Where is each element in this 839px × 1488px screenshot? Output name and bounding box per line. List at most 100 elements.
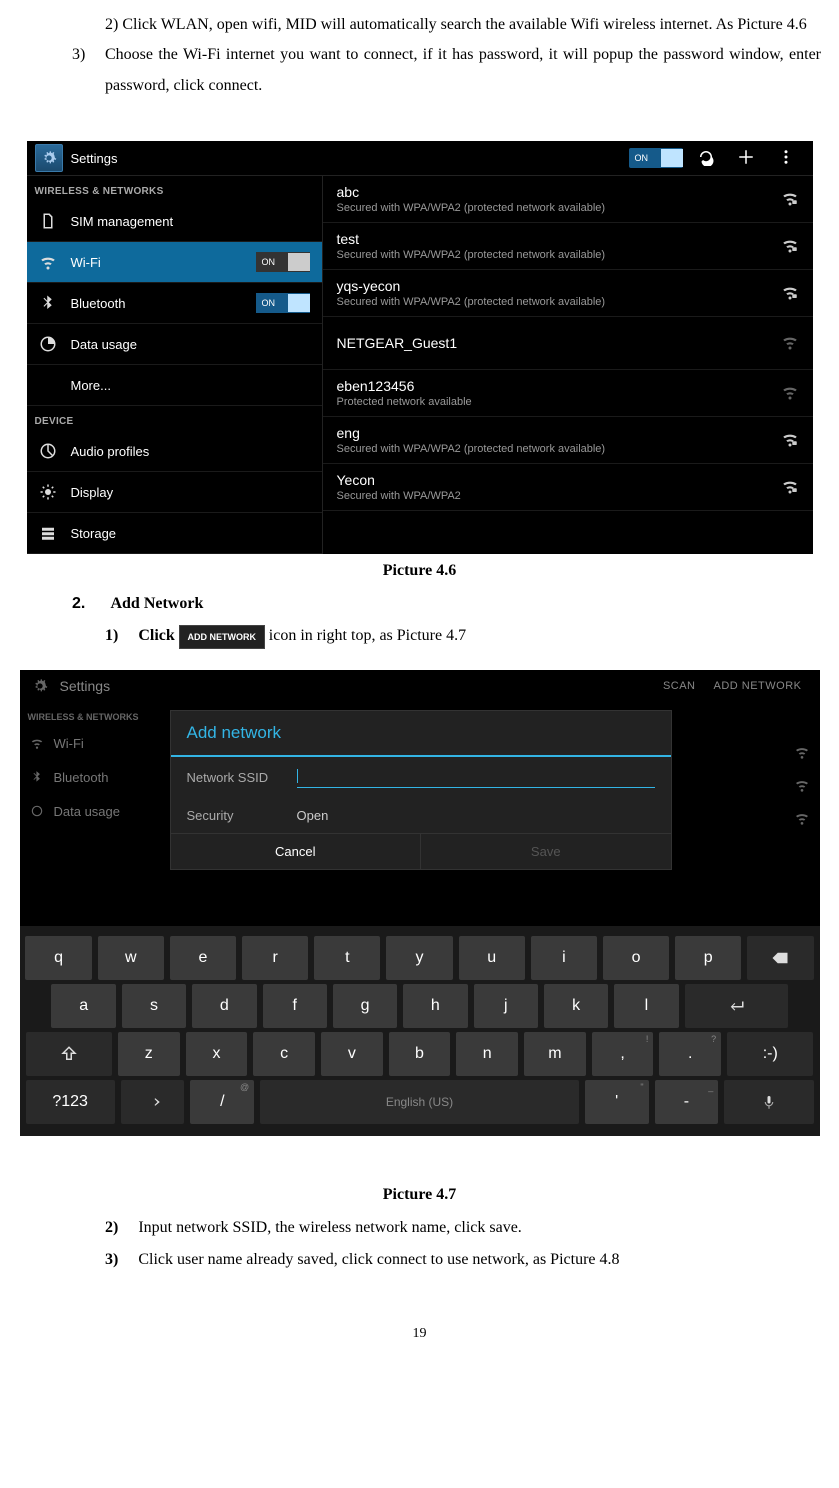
key-n[interactable]: n (456, 1032, 518, 1076)
caption-1: Picture 4.6 (10, 562, 829, 580)
network-item[interactable]: engSecured with WPA/WPA2 (protected netw… (323, 417, 813, 464)
sidebar-item-storage[interactable]: Storage (27, 513, 322, 554)
wifi-toggle[interactable]: ON (256, 252, 310, 272)
refresh-icon[interactable] (697, 148, 715, 169)
key-c[interactable]: c (253, 1032, 315, 1076)
key-o[interactable]: o (603, 936, 669, 980)
network-item[interactable]: YeconSecured with WPA/WPA2 (323, 464, 813, 511)
sidebar-item-wifi[interactable]: Wi-Fi ON (27, 242, 322, 283)
bt-toggle[interactable]: ON (256, 293, 310, 313)
add-network-icon: ADD NETWORK (179, 625, 265, 649)
key-k[interactable]: k (544, 984, 608, 1028)
sidebar-item-display[interactable]: Display (27, 472, 322, 513)
key-y[interactable]: y (386, 936, 452, 980)
dialog-title: Add network (171, 711, 671, 757)
key-j[interactable]: j (474, 984, 538, 1028)
sidebar-item-sim[interactable]: SIM management (27, 201, 322, 242)
network-item[interactable]: NETGEAR_Guest1 (323, 317, 813, 370)
key-symbols[interactable]: ?123 (26, 1080, 115, 1124)
sidebar-item-bluetooth[interactable]: Bluetooth ON (27, 283, 322, 324)
substep-1-num: 1) (105, 627, 118, 644)
key-v[interactable]: v (321, 1032, 383, 1076)
key-a[interactable]: a (51, 984, 115, 1028)
key-r[interactable]: r (242, 936, 308, 980)
scan-button[interactable]: SCAN (663, 680, 696, 692)
key-t[interactable]: t (314, 936, 380, 980)
key-g[interactable]: g (333, 984, 397, 1028)
key-b[interactable]: b (389, 1032, 451, 1076)
key-period[interactable]: ?. (659, 1032, 721, 1076)
key-space[interactable]: English (US) (260, 1080, 579, 1124)
key-slash[interactable]: @/ (190, 1080, 254, 1124)
sidebar-item-data[interactable]: Data usage (27, 324, 322, 365)
sidebar-item-data: Data usage (20, 794, 180, 828)
titlebar: Settings ON (27, 141, 813, 176)
master-toggle[interactable]: ON (629, 148, 683, 168)
page-number: 19 (10, 1326, 829, 1342)
key-comma[interactable]: !, (592, 1032, 654, 1076)
key-h[interactable]: h (403, 984, 467, 1028)
dim-network-icons (794, 730, 810, 843)
titlebar-title: Settings (60, 678, 663, 694)
key-dash[interactable]: _- (655, 1080, 719, 1124)
key-u[interactable]: u (459, 936, 525, 980)
sidebar-item-bluetooth: Bluetooth (20, 760, 180, 794)
titlebar-title: Settings (71, 151, 629, 166)
save-button[interactable]: Save (421, 834, 671, 869)
key-d[interactable]: d (192, 984, 256, 1028)
key-q[interactable]: q (25, 936, 91, 980)
keyboard: q w e r t y u i o p a s d f g h j k l z (20, 926, 820, 1136)
section-wireless: WIRELESS & NETWORKS (27, 176, 322, 201)
network-item[interactable]: eben123456Protected network available (323, 370, 813, 417)
sidebar-item-wifi: Wi-Fi (20, 726, 180, 760)
security-dropdown[interactable]: Open (297, 808, 655, 823)
section-wireless: WIRELESS & NETWORKS (20, 702, 180, 726)
ssid-input[interactable] (297, 767, 655, 788)
key-apostrophe[interactable]: "' (585, 1080, 649, 1124)
key-tab[interactable] (121, 1080, 185, 1124)
add-network-button[interactable]: ADD NETWORK (714, 680, 802, 692)
key-enter[interactable] (685, 984, 788, 1028)
key-p[interactable]: p (675, 936, 741, 980)
network-item[interactable]: abcSecured with WPA/WPA2 (protected netw… (323, 176, 813, 223)
key-i[interactable]: i (531, 936, 597, 980)
wifi-icon (781, 383, 799, 404)
substep-3-num: 3) (105, 1251, 118, 1268)
settings-icon (28, 674, 52, 698)
key-e[interactable]: e (170, 936, 236, 980)
substep-3-text: Click user name already saved, click con… (138, 1251, 619, 1268)
substep-1-rest: icon in right top, as Picture 4.7 (269, 627, 466, 644)
key-f[interactable]: f (263, 984, 327, 1028)
key-z[interactable]: z (118, 1032, 180, 1076)
sidebar-dim: WIRELESS & NETWORKS Wi-Fi Bluetooth Data… (20, 702, 180, 828)
substep-1-click: Click (138, 627, 178, 644)
network-item[interactable]: yqs-yeconSecured with WPA/WPA2 (protecte… (323, 270, 813, 317)
add-icon[interactable] (737, 148, 755, 169)
add-network-dialog: Add network Network SSID Security Open C… (170, 710, 672, 870)
substep-2-text: Input network SSID, the wireless network… (138, 1219, 521, 1236)
key-backspace[interactable] (747, 936, 813, 980)
network-item[interactable]: testSecured with WPA/WPA2 (protected net… (323, 223, 813, 270)
sidebar-item-audio[interactable]: Audio profiles (27, 431, 322, 472)
key-smile[interactable]: :-) (727, 1032, 813, 1076)
caption-2: Picture 4.7 (10, 1186, 829, 1204)
step-3-text: 3) Choose the Wi-Fi internet you want to… (105, 40, 821, 101)
key-m[interactable]: m (524, 1032, 586, 1076)
key-x[interactable]: x (186, 1032, 248, 1076)
substep-2-num: 2) (105, 1219, 118, 1236)
key-s[interactable]: s (122, 984, 186, 1028)
key-w[interactable]: w (98, 936, 164, 980)
key-mic[interactable] (724, 1080, 813, 1124)
key-l[interactable]: l (614, 984, 678, 1028)
network-list: abcSecured with WPA/WPA2 (protected netw… (323, 176, 813, 554)
subhead-text: Add Network (110, 595, 203, 612)
step-2-text: 2) Click WLAN, open wifi, MID will autom… (105, 10, 821, 40)
settings-icon (35, 144, 63, 172)
key-shift[interactable] (26, 1032, 112, 1076)
menu-icon[interactable] (777, 148, 795, 169)
sidebar-item-more[interactable]: More... (27, 365, 322, 406)
step-3-num: 3) (72, 40, 85, 70)
wifi-icon (781, 333, 799, 354)
cancel-button[interactable]: Cancel (171, 834, 422, 869)
wifi-lock-icon (781, 236, 799, 257)
